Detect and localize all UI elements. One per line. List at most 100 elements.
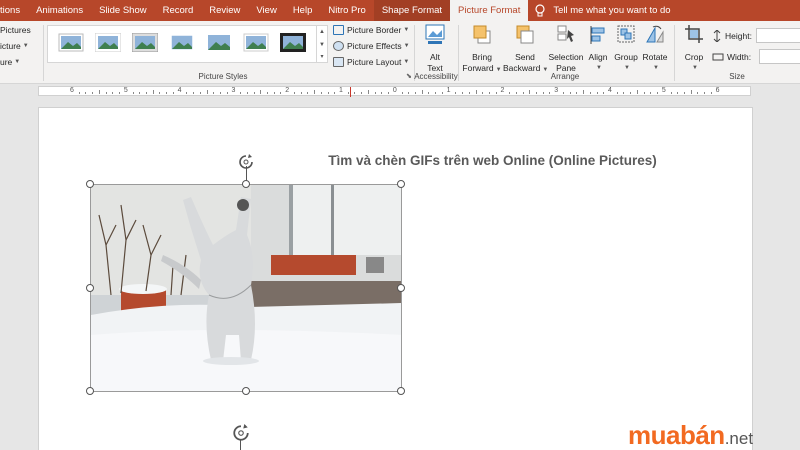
height-input[interactable] (755, 28, 800, 43)
width-row: Width: (712, 49, 800, 64)
ruler-tick (105, 92, 107, 94)
change-pictures-item[interactable]: Pictures (0, 25, 31, 35)
tab-help[interactable]: Help (285, 0, 321, 21)
tab-picture-format[interactable]: Picture Format (450, 0, 529, 21)
rotate-handle-icon[interactable] (232, 424, 250, 442)
ruler-tick (421, 90, 423, 94)
ruler-tick (152, 90, 154, 94)
gallery-scroll[interactable]: ▲ ▼ ▾ (317, 25, 328, 63)
picture-border-button[interactable]: Picture Border ▼ (333, 25, 409, 35)
picture-style-thumb[interactable] (94, 32, 122, 53)
ruler-tick (414, 92, 416, 94)
align-label: Align (588, 52, 608, 62)
cat-snow-photo (91, 185, 401, 391)
chevron-down-icon: ▼ (624, 65, 630, 71)
resize-handle-left[interactable] (86, 284, 94, 292)
tab-view[interactable]: View (248, 0, 284, 21)
picture-style-thumb[interactable] (280, 33, 306, 52)
tab-record[interactable]: Record (155, 0, 202, 21)
height-row: Height: (712, 28, 800, 43)
tab-tions[interactable]: tions (0, 0, 28, 21)
ruler-tick (562, 92, 564, 94)
ruler-tick (482, 92, 484, 94)
picture-layout-button[interactable]: Picture Layout ▼ (333, 57, 409, 67)
dialog-launcher-icon[interactable]: ⬊ (406, 72, 412, 80)
tab-animations[interactable]: Animations (28, 0, 91, 21)
reset-picture-item[interactable]: ure ▼ (0, 57, 20, 67)
ruler-tick (596, 92, 598, 94)
selection-pane-icon (557, 25, 574, 42)
resize-handle-bottom[interactable] (242, 387, 250, 395)
chevron-down-icon: ▼ (22, 43, 29, 49)
tell-me-search[interactable]: Tell me what you want to do (534, 3, 671, 18)
width-input[interactable] (759, 49, 800, 64)
tab-nitro-pro[interactable]: Nitro Pro (320, 0, 373, 21)
tab-review[interactable]: Review (201, 0, 248, 21)
alt-text-button[interactable]: Alt Text (418, 24, 452, 74)
tab-shape-format[interactable]: Shape Format (373, 0, 451, 21)
ruler-number: 2 (500, 87, 505, 94)
ruler-tick (219, 92, 221, 94)
send-backward-button[interactable]: Send Backward ▼ (503, 24, 548, 76)
ruler-tick (119, 92, 121, 94)
ruler-tick (347, 92, 349, 94)
ruler-tick (576, 92, 578, 94)
picture-effects-label: Picture Effects (347, 41, 402, 51)
picture-style-thumb[interactable] (206, 33, 232, 52)
picture-style-thumb[interactable] (169, 33, 195, 52)
ruler-number: 6 (70, 87, 74, 94)
chevron-down-icon[interactable]: ▼ (317, 39, 327, 52)
chevron-down-icon: ▼ (653, 65, 659, 71)
selection-pane-button[interactable]: Selection Pane (547, 24, 585, 74)
picture-style-thumb[interactable] (243, 33, 269, 52)
ruler-tick (354, 92, 356, 94)
reset-picture-label: ure (0, 57, 13, 67)
ruler-tick (529, 90, 531, 94)
gallery-more-icon[interactable]: ▾ (317, 51, 327, 64)
ruler-tick (616, 92, 618, 94)
resize-handle-bottom-right[interactable] (397, 387, 405, 395)
resize-handle-bottom-left[interactable] (86, 387, 94, 395)
bring-forward-button[interactable]: Bring Forward ▼ (461, 24, 503, 76)
group-separator (43, 25, 44, 81)
ruler-tick (657, 92, 659, 94)
ruler-tick (623, 92, 625, 94)
slide-title[interactable]: Tìm và chèn GIFs trên web Online (Online… (0, 153, 800, 168)
watermark-brand: muabán (628, 420, 725, 450)
ruler-tick (549, 92, 551, 94)
group-separator (458, 25, 459, 81)
compress-picture-item[interactable]: icture ▼ (0, 41, 29, 51)
picture-style-thumb[interactable] (131, 32, 159, 53)
size-group-label: Size (729, 72, 745, 81)
chevron-down-icon: ▼ (596, 65, 602, 71)
selection-pane-label-1: Selection (548, 52, 584, 62)
group-button[interactable]: Group ▼ (612, 24, 640, 74)
ruler-tick (522, 92, 524, 94)
picture-effects-button[interactable]: Picture Effects ▼ (333, 41, 410, 51)
ruler-tick (536, 92, 538, 94)
ruler-tick (630, 92, 632, 94)
ruler-tick (226, 92, 228, 94)
tab-slide-show[interactable]: Slide Show (91, 0, 155, 21)
rotate-handle-icon[interactable] (238, 154, 254, 170)
resize-handle-top[interactable] (242, 180, 250, 188)
resize-handle-top-right[interactable] (397, 180, 405, 188)
compress-picture-label: icture (0, 41, 21, 51)
ruler-tick (643, 92, 645, 94)
ruler-bar: 6 5 4 3 2 1 0 1 2 3 4 5 6 (38, 86, 751, 97)
ruler-tick (388, 92, 390, 94)
ruler-tick (697, 92, 699, 94)
picture-style-thumb[interactable] (58, 33, 84, 52)
ruler-tick (441, 92, 443, 94)
selected-picture[interactable] (90, 184, 402, 392)
ruler-tick (199, 92, 201, 94)
ruler-tick (374, 92, 376, 94)
ruler-number: 5 (123, 87, 128, 94)
resize-handle-right[interactable] (397, 284, 405, 292)
ruler-tick (435, 92, 437, 94)
resize-handle-top-left[interactable] (86, 180, 94, 188)
chevron-up-icon[interactable]: ▲ (317, 26, 327, 39)
rotate-button[interactable]: Rotate ▼ (641, 24, 669, 74)
align-button[interactable]: Align ▼ (586, 24, 610, 74)
crop-button[interactable]: Crop ▼ (680, 24, 708, 74)
